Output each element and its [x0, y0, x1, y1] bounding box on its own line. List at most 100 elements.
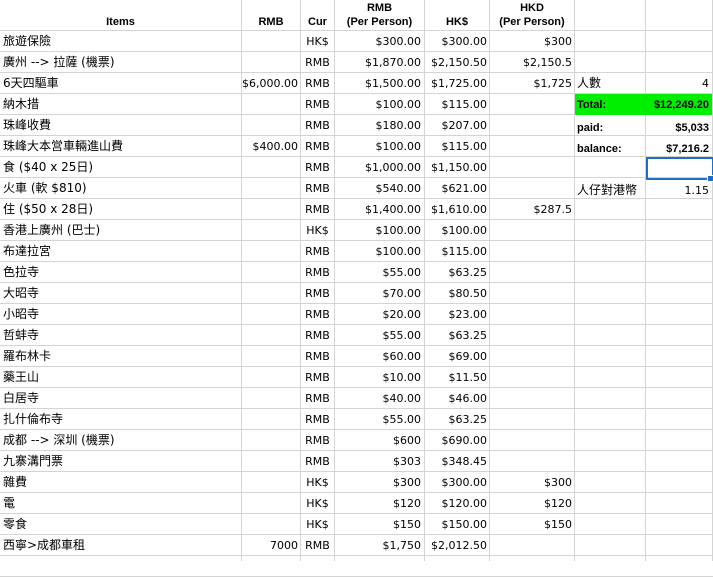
rmb-per-person-cell[interactable]: $100.00	[335, 245, 422, 259]
item-cell[interactable]: 廣州 --> 拉薩 (機票)	[3, 55, 241, 69]
hkd-per-person-cell[interactable]: $287.5	[490, 203, 573, 217]
selected-cell[interactable]	[646, 157, 713, 180]
item-cell[interactable]: 火車 (軟 $810)	[3, 181, 241, 195]
rmb-cell[interactable]: 7000	[242, 539, 298, 553]
paid-value[interactable]: $5,033	[646, 121, 709, 135]
hkd-cell[interactable]: $1,610.00	[425, 203, 487, 217]
rmb-per-person-cell[interactable]: $300.00	[335, 35, 422, 49]
hkd-cell[interactable]: $80.50	[425, 287, 488, 301]
header-hkd-per-person[interactable]: HKD (Per Person)	[490, 1, 574, 29]
hkd-per-person-cell[interactable]: $2,150.5	[490, 56, 572, 70]
balance-label[interactable]: balance:	[577, 142, 645, 156]
rmb-per-person-cell[interactable]: $100.00	[335, 224, 422, 238]
item-cell[interactable]: 6天四驅車	[3, 76, 241, 90]
rmb-cell[interactable]: $400.00	[242, 140, 299, 154]
rmb-per-person-cell[interactable]: $300	[335, 476, 421, 490]
currency-cell[interactable]: RMB	[301, 434, 334, 448]
item-cell[interactable]: 旅遊保險	[3, 34, 241, 48]
rmb-per-person-cell[interactable]: $55.00	[335, 266, 422, 280]
rmb-per-person-cell[interactable]: $55.00	[335, 329, 422, 343]
currency-cell[interactable]: HK$	[301, 476, 334, 490]
rmb-per-person-cell[interactable]: $150	[335, 518, 421, 532]
currency-cell[interactable]: RMB	[301, 245, 334, 259]
hkd-cell[interactable]: $348.45	[425, 455, 488, 469]
currency-cell[interactable]: RMB	[301, 329, 334, 343]
item-cell[interactable]: 羅布林卡	[3, 349, 241, 363]
currency-cell[interactable]: RMB	[301, 56, 334, 70]
rmb-per-person-cell[interactable]: $120	[335, 497, 421, 511]
item-cell[interactable]: 白居寺	[3, 391, 241, 405]
rmb-per-person-cell[interactable]: $40.00	[335, 392, 422, 406]
currency-cell[interactable]: RMB	[301, 287, 334, 301]
item-cell[interactable]: 食 ($40 x 25日)	[3, 160, 241, 174]
currency-cell[interactable]: RMB	[301, 140, 334, 154]
hkd-per-person-cell[interactable]: $150	[490, 518, 572, 532]
hkd-cell[interactable]: $46.00	[425, 392, 488, 406]
hkd-per-person-cell[interactable]: $120	[490, 497, 572, 511]
header-cur[interactable]: Cur	[301, 15, 334, 29]
currency-cell[interactable]: RMB	[301, 119, 334, 133]
currency-cell[interactable]: RMB	[301, 455, 334, 469]
item-cell[interactable]: 香港上廣州 (巴士)	[3, 223, 241, 237]
currency-cell[interactable]: RMB	[301, 203, 334, 217]
rmb-per-person-cell[interactable]: $100.00	[335, 140, 422, 154]
item-cell[interactable]: 納木措	[3, 97, 241, 111]
paid-label[interactable]: paid:	[577, 121, 645, 135]
rmb-cell[interactable]: $6,000.00	[242, 77, 298, 91]
hkd-cell[interactable]: $690.00	[425, 434, 488, 448]
item-cell[interactable]: 零食	[3, 517, 241, 531]
item-cell[interactable]: 布達拉宮	[3, 244, 241, 258]
hkd-per-person-cell[interactable]: $300	[490, 476, 572, 490]
currency-cell[interactable]: HK$	[301, 518, 334, 532]
hkd-cell[interactable]: $1,725.00	[425, 77, 487, 91]
rmb-per-person-cell[interactable]: $100.00	[335, 98, 422, 112]
hkd-per-person-cell[interactable]: $1,725	[490, 77, 573, 91]
rmb-per-person-cell[interactable]: $55.00	[335, 413, 422, 427]
currency-cell[interactable]: RMB	[301, 392, 334, 406]
hkd-per-person-cell[interactable]: $300	[490, 35, 572, 49]
item-cell[interactable]: 雜費	[3, 475, 241, 489]
hkd-cell[interactable]: $300.00	[425, 35, 488, 49]
item-cell[interactable]: 珠峰收費	[3, 118, 241, 132]
currency-cell[interactable]: HK$	[301, 497, 334, 511]
header-items[interactable]: Items	[0, 15, 241, 29]
total-label[interactable]: Total:	[577, 98, 645, 112]
hkd-cell[interactable]: $1,150.00	[425, 161, 487, 175]
rmb-per-person-cell[interactable]: $60.00	[335, 350, 422, 364]
currency-cell[interactable]: HK$	[301, 224, 334, 238]
hkd-cell[interactable]: $150.00	[425, 518, 488, 532]
hkd-cell[interactable]: $63.25	[425, 413, 488, 427]
header-rmb-per-person[interactable]: RMB (Per Person)	[335, 1, 424, 29]
hkd-cell[interactable]: $300.00	[425, 476, 488, 490]
hkd-cell[interactable]: $23.00	[425, 308, 488, 322]
currency-cell[interactable]: RMB	[301, 98, 334, 112]
hkd-cell[interactable]: $69.00	[425, 350, 488, 364]
hkd-cell[interactable]: $63.25	[425, 266, 488, 280]
rmb-per-person-cell[interactable]: $600	[335, 434, 421, 448]
header-hkd[interactable]: HK$	[425, 15, 489, 29]
hkd-cell[interactable]: $2,150.50	[425, 56, 487, 70]
item-cell[interactable]: 藥王山	[3, 370, 241, 384]
item-cell[interactable]: 住 ($50 x 28日)	[3, 202, 241, 216]
rmb-per-person-cell[interactable]: $1,750	[335, 539, 422, 553]
rmb-per-person-cell[interactable]: $70.00	[335, 287, 422, 301]
item-cell[interactable]: 成都 --> 深圳 (機票)	[3, 433, 241, 447]
currency-cell[interactable]: RMB	[301, 266, 334, 280]
item-cell[interactable]: 電	[3, 496, 241, 510]
currency-cell[interactable]: RMB	[301, 77, 334, 91]
hkd-cell[interactable]: $2,012.50	[425, 539, 487, 553]
hkd-cell[interactable]: $63.25	[425, 329, 488, 343]
hkd-cell[interactable]: $115.00	[425, 140, 488, 154]
hkd-cell[interactable]: $115.00	[425, 98, 488, 112]
currency-cell[interactable]: RMB	[301, 161, 334, 175]
currency-cell[interactable]: RMB	[301, 308, 334, 322]
hkd-cell[interactable]: $11.50	[425, 371, 488, 385]
rmb-per-person-cell[interactable]: $1,500.00	[335, 77, 421, 91]
currency-cell[interactable]: RMB	[301, 413, 334, 427]
currency-cell[interactable]: HK$	[301, 35, 334, 49]
hkd-cell[interactable]: $207.00	[425, 119, 488, 133]
rmb-per-person-cell[interactable]: $10.00	[335, 371, 422, 385]
item-cell[interactable]: 小昭寺	[3, 307, 241, 321]
rmb-per-person-cell[interactable]: $20.00	[335, 308, 422, 322]
item-cell[interactable]: 扎什倫布寺	[3, 412, 241, 426]
